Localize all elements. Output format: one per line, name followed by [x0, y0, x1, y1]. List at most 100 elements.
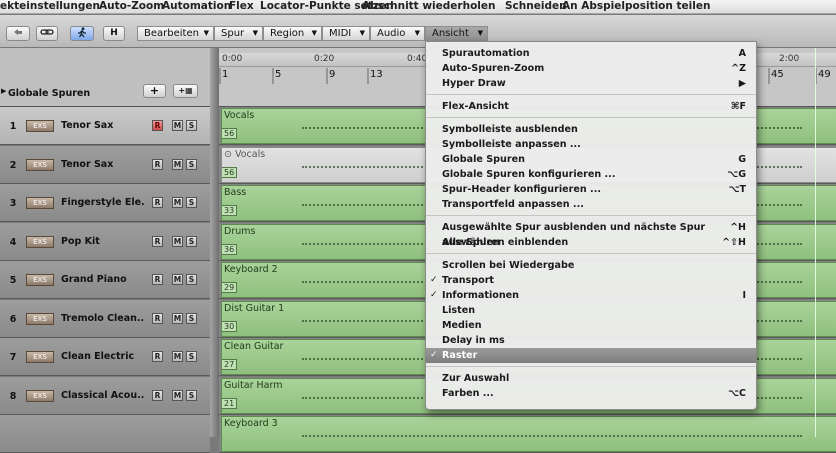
menu-item[interactable]: Spurautomation A — [426, 46, 756, 61]
solo-button[interactable]: S — [186, 235, 197, 247]
add-track-button[interactable]: + — [143, 84, 166, 98]
menubar-item[interactable]: Abschnitt wiederholen — [362, 0, 495, 13]
track-name[interactable]: Classical Acou... — [61, 390, 145, 401]
menu-item[interactable]: Ausgewählte Spur ausblenden und nächste … — [426, 220, 756, 248]
menu-midi[interactable]: MIDI ▼ — [322, 26, 370, 41]
menu-item[interactable]: Flex-Ansicht ⌘F — [426, 99, 756, 114]
menu-item[interactable]: Hyper Draw ▶ — [426, 76, 756, 91]
hide-button[interactable]: H — [103, 26, 125, 41]
menu-item[interactable]: Globale Spuren G — [426, 152, 756, 167]
solo-button[interactable]: S — [186, 351, 197, 362]
track-header[interactable]: 7 EXS Clean Electric R M S — [0, 338, 210, 376]
menu-ansicht[interactable]: Ansicht ▼ — [425, 26, 488, 41]
record-enable-button[interactable]: R — [152, 389, 163, 401]
record-enable-button[interactable]: R — [152, 274, 163, 285]
track-name[interactable]: Clean Electric — [61, 351, 145, 362]
menu-item[interactable]: ✓ Raster — [426, 348, 756, 363]
menu-audio[interactable]: Audio ▼ — [370, 26, 425, 41]
menu-item[interactable]: Delay in ms — [426, 333, 756, 348]
record-enable-button[interactable]: R — [152, 235, 163, 247]
disclosure-triangle-icon[interactable]: ▶ — [1, 87, 6, 95]
track-header[interactable]: 4 EXS Pop Kit R M S — [0, 222, 210, 261]
menu-item[interactable]: Zur Auswahl — [426, 371, 756, 386]
menu-item-shortcut: ^Z — [731, 63, 746, 74]
solo-button[interactable]: S — [186, 197, 197, 208]
menu-item-label: Alle Spuren einblenden — [442, 237, 569, 248]
menubar-item[interactable]: Schneiden — [505, 0, 567, 13]
mute-button[interactable]: M — [172, 197, 183, 208]
instrument-icon: EXS — [26, 351, 54, 363]
menu-spur[interactable]: Spur ▼ — [214, 26, 263, 41]
menu-region[interactable]: Region ▼ — [263, 26, 322, 41]
region-number: 33 — [222, 205, 238, 216]
menu-item[interactable]: Alle Spuren einblenden ^⇧H — [426, 235, 756, 250]
track-name[interactable]: Tenor Sax — [61, 120, 145, 131]
add-global-track-button[interactable]: +▦ — [173, 84, 198, 98]
menu-item[interactable]: Symbolleiste anpassen ... — [426, 137, 756, 152]
menu-item-shortcut: I — [742, 290, 746, 301]
menu-item[interactable]: Auto-Spuren-Zoom ^Z — [426, 61, 756, 76]
menu-item[interactable]: Scrollen bei Wiedergabe — [426, 258, 756, 273]
mute-button[interactable]: M — [172, 235, 183, 247]
menu-item[interactable]: Spur-Header konfigurieren ... ⌥T — [426, 182, 756, 197]
solo-button[interactable]: S — [186, 120, 197, 131]
solo-button[interactable]: S — [186, 274, 197, 285]
mute-button[interactable]: M — [172, 120, 183, 131]
mute-button[interactable]: M — [172, 312, 183, 324]
solo-button[interactable]: S — [186, 158, 197, 170]
track-number: 6 — [9, 313, 17, 325]
panel-divider[interactable] — [210, 48, 219, 437]
global-tracks-label[interactable]: Globale Spuren — [8, 88, 90, 99]
track-header[interactable]: 3 EXS Fingerstyle Ele... R M S — [0, 184, 210, 222]
menu-item[interactable]: ✓ Transport — [426, 273, 756, 288]
chevron-down-icon: ▼ — [203, 29, 209, 37]
record-enable-button[interactable]: R — [152, 351, 163, 362]
mute-button[interactable]: M — [172, 389, 183, 401]
app-menubar: ekteinstellungen Auto-Zoom Automation Flex L… — [0, 0, 836, 14]
track-name[interactable]: Fingerstyle Ele... — [61, 197, 145, 208]
back-arrow-button[interactable] — [6, 26, 30, 41]
record-enable-button[interactable]: R — [152, 197, 163, 208]
menu-separator — [426, 253, 756, 254]
chevron-down-icon: ▼ — [477, 29, 483, 37]
region-name: ⊙ Vocals — [224, 148, 266, 160]
menubar-item[interactable]: Auto-Zoom — [99, 0, 164, 13]
menu-item[interactable]: Transportfeld anpassen ... — [426, 197, 756, 212]
catch-playhead-button[interactable] — [70, 26, 94, 41]
track-header[interactable]: 5 EXS Grand Piano R M S — [0, 261, 210, 299]
track-number: 4 — [9, 236, 17, 248]
record-enable-button[interactable]: R — [152, 120, 163, 131]
menu-item[interactable]: ✓ Informationen I — [426, 288, 756, 303]
track-lane: Keyboard 3 — [219, 415, 836, 453]
solo-button[interactable]: S — [186, 389, 197, 401]
menu-item[interactable]: Symbolleiste ausblenden — [426, 122, 756, 137]
playhead[interactable] — [815, 48, 816, 437]
record-enable-button[interactable]: R — [152, 158, 163, 170]
solo-button[interactable]: S — [186, 312, 197, 324]
track-name[interactable]: Grand Piano — [61, 274, 145, 285]
menubar-item[interactable]: An Abspielposition teilen — [562, 0, 710, 13]
track-name[interactable]: Tremolo Clean... — [61, 313, 145, 324]
menu-item[interactable]: Globale Spuren konfigurieren ... ⌥G — [426, 167, 756, 182]
link-button[interactable] — [36, 26, 58, 41]
region-number: 30 — [222, 320, 238, 332]
track-header[interactable]: 2 EXS Tenor Sax R M S — [0, 145, 210, 184]
record-enable-button[interactable]: R — [152, 312, 163, 324]
mute-button[interactable]: M — [172, 351, 183, 362]
track-header[interactable]: 1 EXS Tenor Sax R M S — [0, 107, 210, 145]
menubar-item[interactable]: Automation — [162, 0, 231, 13]
track-header[interactable]: 8 EXS Classical Acou... R M S — [0, 376, 210, 415]
track-name[interactable]: Pop Kit — [61, 236, 145, 247]
track-header[interactable] — [0, 415, 210, 453]
menu-item[interactable]: Listen — [426, 303, 756, 318]
mute-button[interactable]: M — [172, 158, 183, 170]
menu-item[interactable]: Farben ... ⌥C — [426, 386, 756, 401]
mute-button[interactable]: M — [172, 274, 183, 285]
track-name[interactable]: Tenor Sax — [61, 159, 145, 170]
menu-item[interactable]: Medien — [426, 318, 756, 333]
menu-bearbeiten[interactable]: Bearbeiten ▼ — [137, 26, 214, 41]
track-header[interactable]: 6 EXS Tremolo Clean... R M S — [0, 299, 210, 338]
menubar-item[interactable]: ekteinstellungen — [0, 0, 100, 13]
menubar-item[interactable]: Flex — [229, 0, 254, 13]
region[interactable]: Keyboard 3 — [221, 416, 836, 452]
